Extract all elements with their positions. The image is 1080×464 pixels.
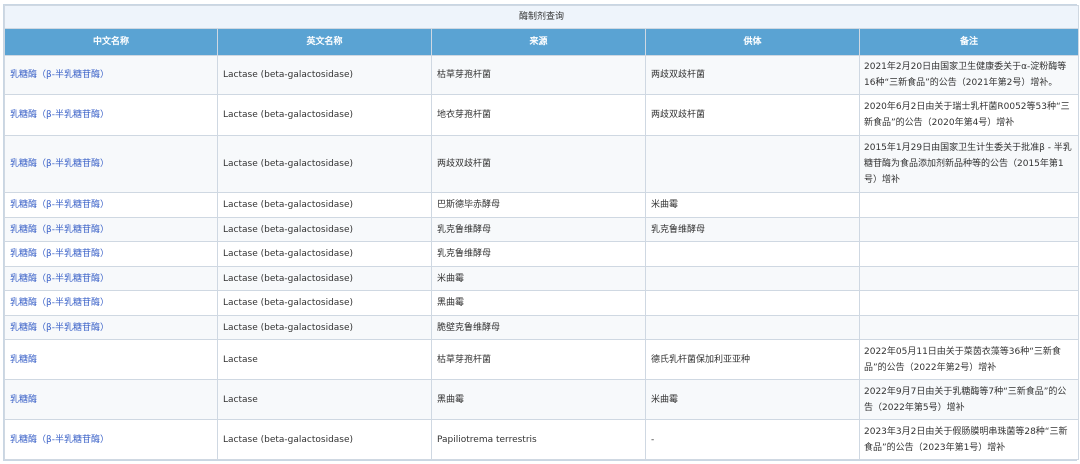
cell-note xyxy=(859,315,1079,340)
table-row: 乳糖酶 Lactase 黑曲霉 米曲霉 2022年9月7日由关于乳糖酶等7种“三… xyxy=(4,379,1079,420)
table-row: 乳糖酶 Lactase 枯草芽孢杆菌 德氏乳杆菌保加利亚亚种 2022年05月1… xyxy=(4,339,1079,380)
table-row: 乳糖酶（β-半乳糖苷酶） Lactase (beta-galactosidase… xyxy=(4,315,1079,340)
cell-note: 2022年05月11日由关于菜茵衣藻等36种“三新食品”的公告（2022年第2号… xyxy=(859,339,1079,380)
table-row: 乳糖酶（β-半乳糖苷酶） Lactase (beta-galactosidase… xyxy=(4,241,1079,267)
cell-source: 脆壁克鲁维酵母 xyxy=(431,315,646,340)
table-row: 乳糖酶（β-半乳糖苷酶） Lactase (beta-galactosidase… xyxy=(4,192,1079,218)
enzyme-query-panel: 酶制剂查询 中文名称 英文名称 来源 供体 备注 乳糖酶（β-半乳糖苷酶） La… xyxy=(3,4,1079,461)
cell-donor xyxy=(645,290,860,316)
cell-english-name: Lactase (beta-galactosidase) xyxy=(217,192,432,218)
cell-donor: 米曲霉 xyxy=(645,192,860,218)
table-row: 乳糖酶（β-半乳糖苷酶） Lactase (beta-galactosidase… xyxy=(4,419,1079,460)
cell-chinese-name: 乳糖酶（β-半乳糖苷酶） xyxy=(4,266,218,291)
enzyme-table: 酶制剂查询 中文名称 英文名称 来源 供体 备注 乳糖酶（β-半乳糖苷酶） La… xyxy=(4,5,1079,460)
cell-chinese-name: 乳糖酶（β-半乳糖苷酶） xyxy=(4,419,218,460)
enzyme-name-link[interactable]: 乳糖酶（β-半乳糖苷酶） xyxy=(10,323,109,333)
cell-source: 乳克鲁维酵母 xyxy=(431,217,646,242)
cell-note xyxy=(859,266,1079,291)
cell-english-name: Lactase (beta-galactosidase) xyxy=(217,266,432,291)
column-header-donor: 供体 xyxy=(645,28,860,56)
cell-english-name: Lactase (beta-galactosidase) xyxy=(217,55,432,95)
cell-note xyxy=(859,241,1079,267)
column-header-notes: 备注 xyxy=(859,28,1079,56)
cell-note: 2022年9月7日由关于乳糖酶等7种“三新食品”的公告（2022年第5号）增补 xyxy=(859,379,1079,420)
cell-source: 巴斯德毕赤酵母 xyxy=(431,192,646,218)
enzyme-name-link[interactable]: 乳糖酶（β-半乳糖苷酶） xyxy=(10,70,109,80)
cell-source: 米曲霉 xyxy=(431,266,646,291)
cell-chinese-name: 乳糖酶（β-半乳糖苷酶） xyxy=(4,315,218,340)
cell-chinese-name: 乳糖酶（β-半乳糖苷酶） xyxy=(4,217,218,242)
cell-note xyxy=(859,192,1079,218)
column-header-chinese-name: 中文名称 xyxy=(4,28,218,56)
cell-chinese-name: 乳糖酶（β-半乳糖苷酶） xyxy=(4,192,218,218)
cell-source: 黑曲霉 xyxy=(431,379,646,420)
cell-donor xyxy=(645,241,860,267)
column-header-english-name: 英文名称 xyxy=(217,28,432,56)
cell-donor: 德氏乳杆菌保加利亚亚种 xyxy=(645,339,860,380)
cell-chinese-name: 乳糖酶（β-半乳糖苷酶） xyxy=(4,135,218,193)
cell-english-name: Lactase xyxy=(217,379,432,420)
cell-chinese-name: 乳糖酶（β-半乳糖苷酶） xyxy=(4,94,218,136)
column-header-source: 来源 xyxy=(431,28,646,56)
cell-note: 2023年3月2日由关于假肠膜明串珠菌等28种“三新食品”的公告（2023年第1… xyxy=(859,419,1079,460)
cell-note: 2015年1月29日由国家卫生计生委关于批准β - 半乳糖苷酶为食品添加剂新品种… xyxy=(859,135,1079,193)
cell-chinese-name: 乳糖酶（β-半乳糖苷酶） xyxy=(4,290,218,316)
cell-donor: 乳克鲁维酵母 xyxy=(645,217,860,242)
enzyme-name-link[interactable]: 乳糖酶 xyxy=(10,395,37,405)
cell-source: 两歧双歧杆菌 xyxy=(431,135,646,193)
table-title: 酶制剂查询 xyxy=(4,5,1079,29)
cell-english-name: Lactase (beta-galactosidase) xyxy=(217,135,432,193)
cell-chinese-name: 乳糖酶 xyxy=(4,379,218,420)
table-row: 乳糖酶（β-半乳糖苷酶） Lactase (beta-galactosidase… xyxy=(4,94,1079,136)
cell-source: 地衣芽孢杆菌 xyxy=(431,94,646,136)
table-row: 乳糖酶（β-半乳糖苷酶） Lactase (beta-galactosidase… xyxy=(4,266,1079,291)
cell-chinese-name: 乳糖酶（β-半乳糖苷酶） xyxy=(4,241,218,267)
cell-donor xyxy=(645,266,860,291)
cell-chinese-name: 乳糖酶 xyxy=(4,339,218,380)
cell-english-name: Lactase (beta-galactosidase) xyxy=(217,217,432,242)
table-header-row: 中文名称 英文名称 来源 供体 备注 xyxy=(4,28,1079,56)
cell-source: 枯草芽孢杆菌 xyxy=(431,339,646,380)
enzyme-name-link[interactable]: 乳糖酶（β-半乳糖苷酶） xyxy=(10,298,109,308)
cell-note xyxy=(859,290,1079,316)
cell-english-name: Lactase (beta-galactosidase) xyxy=(217,315,432,340)
enzyme-name-link[interactable]: 乳糖酶（β-半乳糖苷酶） xyxy=(10,110,109,120)
cell-source: 黑曲霉 xyxy=(431,290,646,316)
cell-note xyxy=(859,217,1079,242)
cell-donor: 两歧双歧杆菌 xyxy=(645,94,860,136)
table-row: 乳糖酶（β-半乳糖苷酶） Lactase (beta-galactosidase… xyxy=(4,290,1079,316)
cell-source: Papiliotrema terrestris xyxy=(431,419,646,460)
cell-donor: 米曲霉 xyxy=(645,379,860,420)
cell-donor xyxy=(645,315,860,340)
cell-source: 枯草芽孢杆菌 xyxy=(431,55,646,95)
cell-english-name: Lactase (beta-galactosidase) xyxy=(217,419,432,460)
table-row: 乳糖酶（β-半乳糖苷酶） Lactase (beta-galactosidase… xyxy=(4,217,1079,242)
cell-english-name: Lactase (beta-galactosidase) xyxy=(217,241,432,267)
table-row: 乳糖酶（β-半乳糖苷酶） Lactase (beta-galactosidase… xyxy=(4,135,1079,193)
enzyme-name-link[interactable]: 乳糖酶（β-半乳糖苷酶） xyxy=(10,274,109,284)
enzyme-name-link[interactable]: 乳糖酶（β-半乳糖苷酶） xyxy=(10,200,109,210)
cell-note: 2021年2月20日由国家卫生健康委关于α-淀粉酶等16种“三新食品”的公告（2… xyxy=(859,55,1079,95)
cell-donor: - xyxy=(645,419,860,460)
enzyme-name-link[interactable]: 乳糖酶 xyxy=(10,355,37,365)
enzyme-name-link[interactable]: 乳糖酶（β-半乳糖苷酶） xyxy=(10,249,109,259)
table-title-row: 酶制剂查询 xyxy=(4,5,1079,29)
cell-english-name: Lactase (beta-galactosidase) xyxy=(217,94,432,136)
table-row: 乳糖酶（β-半乳糖苷酶） Lactase (beta-galactosidase… xyxy=(4,55,1079,95)
cell-donor xyxy=(645,135,860,193)
enzyme-name-link[interactable]: 乳糖酶（β-半乳糖苷酶） xyxy=(10,225,109,235)
cell-chinese-name: 乳糖酶（β-半乳糖苷酶） xyxy=(4,55,218,95)
enzyme-name-link[interactable]: 乳糖酶（β-半乳糖苷酶） xyxy=(10,159,109,169)
cell-english-name: Lactase (beta-galactosidase) xyxy=(217,290,432,316)
cell-source: 乳克鲁维酵母 xyxy=(431,241,646,267)
enzyme-name-link[interactable]: 乳糖酶（β-半乳糖苷酶） xyxy=(10,435,109,445)
cell-donor: 两歧双歧杆菌 xyxy=(645,55,860,95)
cell-note: 2020年6月2日由关于瑞士乳杆菌R0052等53种“三新食品”的公告（2020… xyxy=(859,94,1079,136)
cell-english-name: Lactase xyxy=(217,339,432,380)
